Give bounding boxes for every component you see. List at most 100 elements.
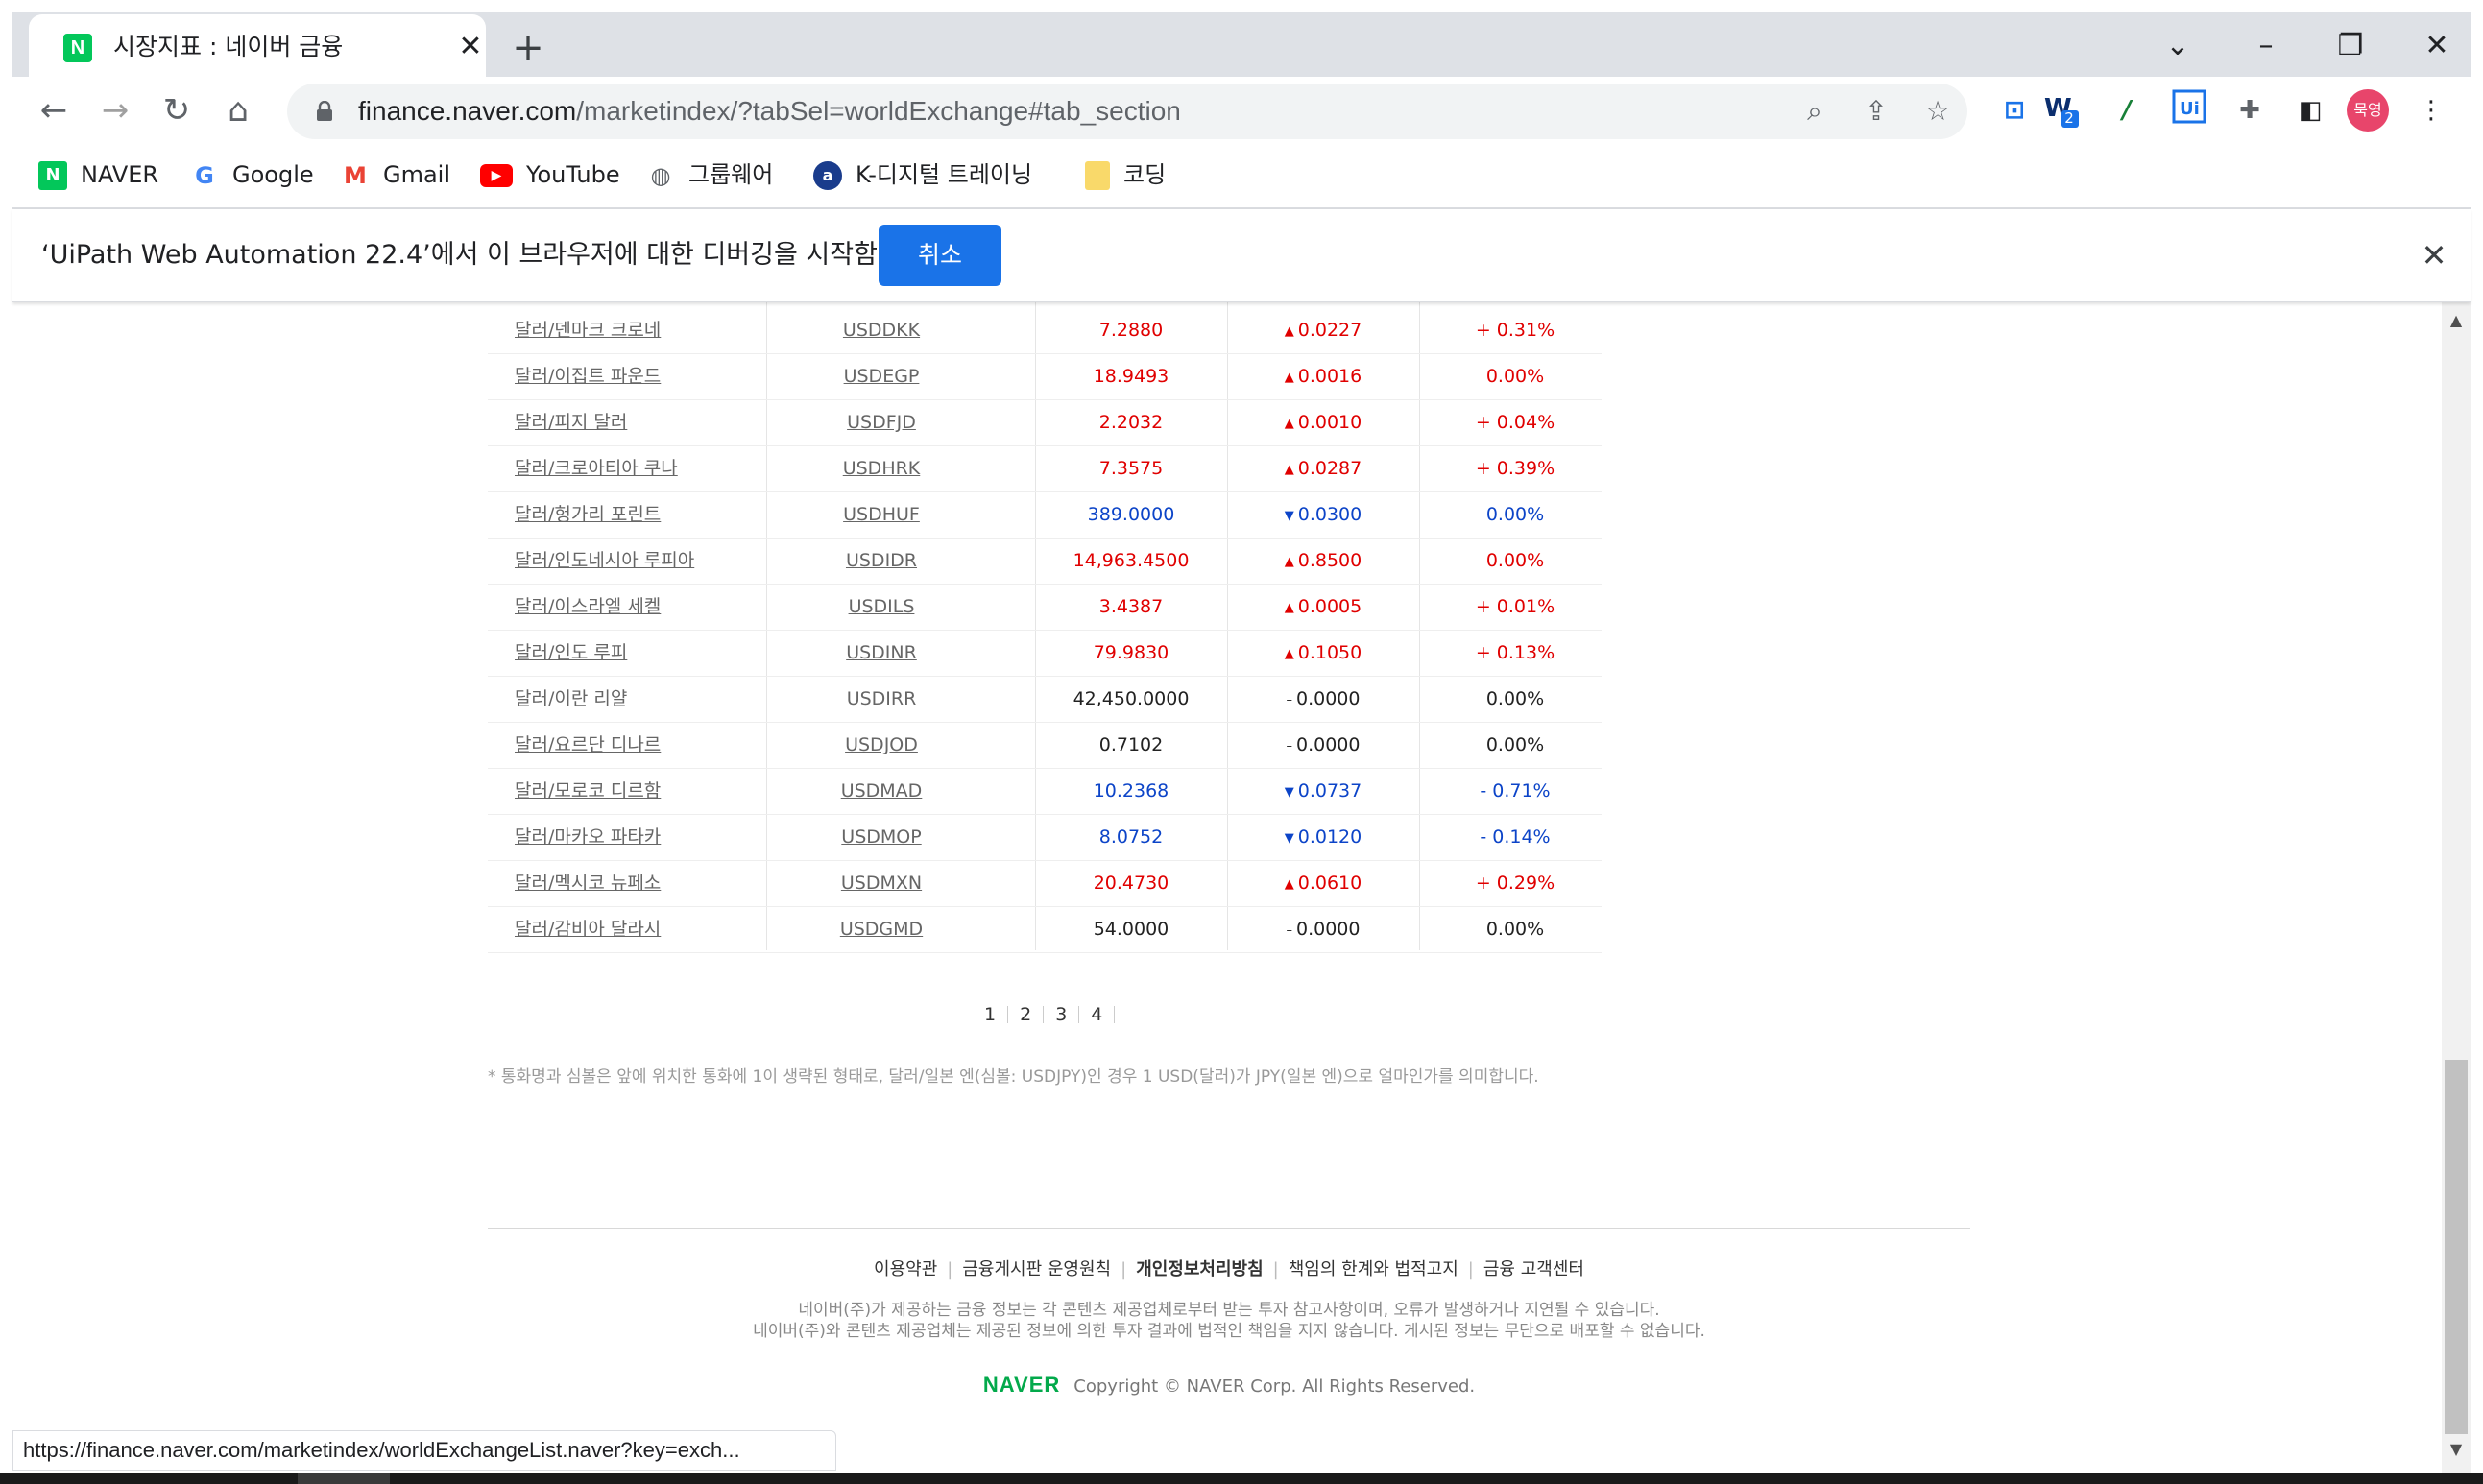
page-link[interactable]: 2 <box>1008 1006 1045 1024</box>
extensions-puzzle-icon[interactable]: ✚ <box>2229 89 2271 132</box>
bookmark-gmail[interactable]: M Gmail <box>341 156 450 194</box>
extension-pen-icon[interactable]: ∕ <box>2106 89 2148 132</box>
down-triangle-icon: ▼ <box>1284 509 1294 523</box>
restore-icon[interactable]: ❐ <box>2322 24 2379 68</box>
gmail-icon: M <box>344 162 367 189</box>
share-icon[interactable]: ⇪ <box>1856 91 1896 132</box>
table-row: 달러/마카오 파타카 USDMOP 8.0752 ▼ 0.0120 - 0.14% <box>488 814 1602 861</box>
browser-window: N 시장지표 : 네이버 금융 ✕ + ⌄ – ❐ ✕ ← → ↻ ⌂ fina… <box>0 0 2483 1484</box>
currency-name-link[interactable]: 달러/헝가리 포린트 <box>515 491 661 538</box>
scroll-down-arrow-icon[interactable]: ▼ <box>2442 1438 2471 1461</box>
currency-code-link[interactable]: USDHRK <box>766 445 997 491</box>
table-row: 달러/멕시코 뉴페소 USDMXN 20.4730 ▲ 0.0610 + 0.29% <box>488 860 1602 907</box>
forward-arrow-icon[interactable]: → <box>91 86 139 134</box>
rate-change-percent: + 0.04% <box>1475 412 1555 433</box>
address-bar[interactable]: finance.naver.com/marketindex/?tabSel=wo… <box>287 84 1967 139</box>
table-row: 달러/인도 루피 USDINR 79.9830 ▲ 0.1050 + 0.13% <box>488 630 1602 677</box>
currency-code-link[interactable]: USDMXN <box>766 860 997 906</box>
disclaimer-line: 네이버(주)와 콘텐츠 제공업체는 제공된 정보에 의한 투자 결과에 법적인 … <box>753 1322 1705 1341</box>
currency-code-link[interactable]: USDIRR <box>766 676 997 722</box>
table-row: 달러/피지 달러 USDFJD 2.2032 ▲ 0.0010 + 0.04% <box>488 399 1602 446</box>
page-link[interactable]: 1 <box>973 1006 1009 1024</box>
tab-close-icon[interactable]: ✕ <box>451 28 490 66</box>
browser-tab[interactable]: N 시장지표 : 네이버 금융 ✕ <box>29 14 486 77</box>
scroll-up-arrow-icon[interactable]: ▲ <box>2442 309 2471 332</box>
extension-tag-icon[interactable]: ⊡ <box>1993 89 2036 132</box>
infobar-cancel-button[interactable]: 취소 <box>879 225 1001 286</box>
footer-link-support[interactable]: 금융 고객센터 <box>1483 1259 1584 1280</box>
new-tab-icon[interactable]: + <box>507 28 549 70</box>
currency-code-link[interactable]: USDJOD <box>766 722 997 768</box>
currency-code-link[interactable]: USDINR <box>766 630 997 676</box>
scrollbar-thumb[interactable] <box>2445 1060 2468 1434</box>
rate-change-percent: 0.00% <box>1485 504 1545 525</box>
rate-price: 3.4387 <box>1098 596 1164 617</box>
currency-name-link[interactable]: 달러/크로아티아 쿠나 <box>515 445 678 491</box>
table-row: 달러/이란 리얄 USDIRR 42,450.0000 –0.0000 0.00% <box>488 676 1602 723</box>
footer-link-legal[interactable]: 책임의 한계와 법적고지 <box>1289 1259 1458 1280</box>
rate-change-value: 0.0000 <box>1296 919 1361 940</box>
rate-change: ▲ 0.0610 <box>1227 860 1419 906</box>
bookmark-groupware[interactable]: ◍ 그룹웨어 <box>646 156 774 194</box>
rate-change-percent: 0.00% <box>1485 366 1545 387</box>
currency-name-link[interactable]: 달러/모로코 디르함 <box>515 768 661 814</box>
no-change-dash-icon: – <box>1286 739 1293 754</box>
tab-title: 시장지표 : 네이버 금융 <box>113 33 344 60</box>
bookmark-coding-folder[interactable]: 코딩 <box>1085 156 1166 194</box>
currency-code-link[interactable]: USDDKK <box>766 307 997 353</box>
bookmark-naver[interactable]: N NAVER <box>38 156 158 194</box>
minimize-icon[interactable]: – <box>2237 24 2295 68</box>
tab-search-chevron-icon[interactable]: ⌄ <box>2149 24 2206 68</box>
profile-avatar[interactable]: 묵영 <box>2347 89 2389 132</box>
reload-icon[interactable]: ↻ <box>153 86 201 134</box>
k-digital-icon: a <box>813 161 842 190</box>
currency-code-link[interactable]: USDFJD <box>766 399 997 445</box>
back-arrow-icon[interactable]: ← <box>30 86 78 134</box>
currency-name-link[interactable]: 달러/마카오 파타카 <box>515 814 661 860</box>
menu-kebab-icon[interactable]: ⋮ <box>2410 89 2452 132</box>
rate-price: 42,450.0000 <box>1073 688 1190 709</box>
table-row: 달러/덴마크 크로네 USDDKK 7.2880 ▲ 0.0227 + 0.31% <box>488 307 1602 354</box>
uipath-extension-icon[interactable]: Ui <box>2168 89 2210 132</box>
window-close-icon[interactable]: ✕ <box>2408 24 2466 68</box>
footer-link-terms[interactable]: 이용약관 <box>874 1259 937 1280</box>
currency-name-link[interactable]: 달러/이집트 파운드 <box>515 353 661 399</box>
page-link[interactable]: 4 <box>1079 1006 1116 1024</box>
currency-code-link[interactable]: USDIDR <box>766 538 997 584</box>
naver-logo[interactable]: NAVER <box>983 1373 1060 1397</box>
currency-code-link[interactable]: USDILS <box>766 584 997 630</box>
bookmark-star-icon[interactable]: ☆ <box>1917 91 1958 132</box>
zoom-icon[interactable]: ⌕ <box>1795 91 1835 132</box>
footer-link-privacy[interactable]: 개인정보처리방침 <box>1136 1259 1263 1280</box>
extension-w-icon[interactable]: W 2 <box>2040 89 2083 132</box>
table-row: 달러/요르단 디나르 USDJOD 0.7102 –0.0000 0.00% <box>488 722 1602 769</box>
currency-code-link[interactable]: USDMOP <box>766 814 997 860</box>
bookmark-k-digital[interactable]: a K-디지털 트레이닝 <box>813 156 1032 194</box>
side-panel-icon[interactable]: ◧ <box>2289 89 2331 132</box>
currency-code-link[interactable]: USDHUF <box>766 491 997 538</box>
taskbar-item[interactable] <box>298 1473 390 1484</box>
currency-code-link[interactable]: USDGMD <box>766 906 997 952</box>
bookmark-google[interactable]: G Google <box>190 156 314 194</box>
currency-name-link[interactable]: 달러/피지 달러 <box>515 399 627 445</box>
currency-name-link[interactable]: 달러/요르단 디나르 <box>515 722 661 768</box>
rate-change-percent: - 0.71% <box>1480 780 1551 802</box>
currency-name-link[interactable]: 달러/인도네시아 루피아 <box>515 538 694 584</box>
table-row: 달러/인도네시아 루피아 USDIDR 14,963.4500 ▲ 0.8500 0.00… <box>488 538 1602 585</box>
currency-name-link[interactable]: 달러/인도 루피 <box>515 630 627 676</box>
currency-name-link[interactable]: 달러/감비아 달라시 <box>515 906 661 952</box>
footer-link-board-policy[interactable]: 금융게시판 운영원칙 <box>962 1259 1111 1280</box>
currency-name-link[interactable]: 달러/덴마크 크로네 <box>515 307 661 353</box>
home-icon[interactable]: ⌂ <box>214 86 262 134</box>
vertical-scrollbar[interactable]: ▲ ▼ <box>2442 301 2471 1474</box>
currency-name-link[interactable]: 달러/이란 리얄 <box>515 676 627 722</box>
currency-name-link[interactable]: 달러/멕시코 뉴페소 <box>515 860 661 906</box>
currency-name-link[interactable]: 달러/이스라엘 세켈 <box>515 584 661 630</box>
table-row: 달러/이집트 파운드 USDEGP 18.9493 ▲ 0.0016 0.00% <box>488 353 1602 400</box>
rate-price: 54.0000 <box>1093 919 1169 940</box>
bookmark-youtube[interactable]: ▶ YouTube <box>480 156 620 194</box>
page-link[interactable]: 3 <box>1044 1006 1080 1024</box>
currency-code-link[interactable]: USDEGP <box>766 353 997 399</box>
currency-code-link[interactable]: USDMAD <box>766 768 997 814</box>
infobar-close-icon[interactable]: ✕ <box>2413 234 2455 276</box>
